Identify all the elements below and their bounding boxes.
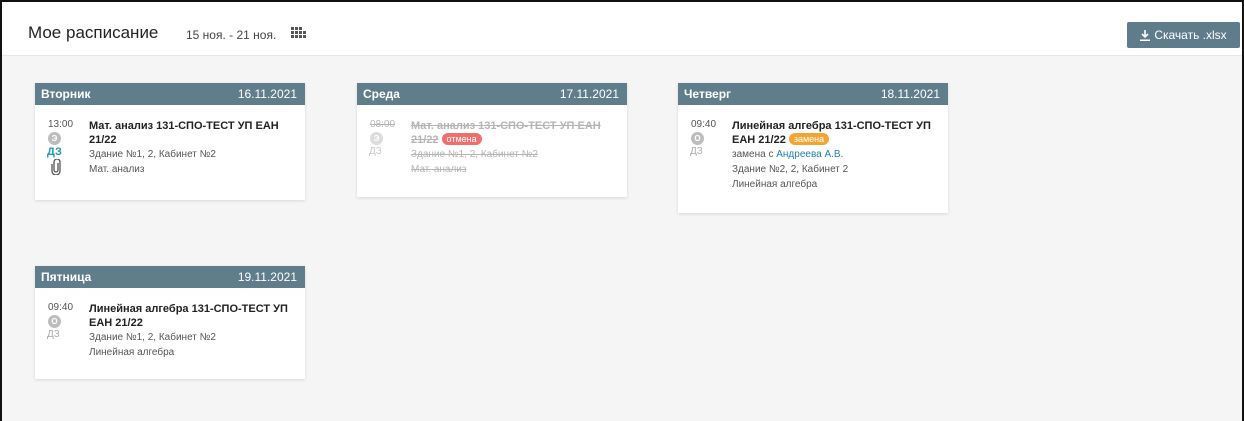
cancel-badge: отмена xyxy=(441,133,482,145)
lesson-discipline: Линейная алгебра xyxy=(732,179,818,190)
day-name: Вторник xyxy=(41,87,91,101)
day-header: Вторник 16.11.2021 xyxy=(35,83,305,105)
lesson-subject[interactable]: Мат. анализ 131-СПО-ТЕСТ УП ЕАН 21/22 отм… xyxy=(411,119,611,147)
lesson-discipline: Мат. анализ xyxy=(89,164,145,175)
lesson-type-marker: Э xyxy=(48,132,61,145)
day-card-friday: Пятница 19.11.2021 09:40 О ДЗ Линейная а… xyxy=(35,266,305,379)
lesson-room: Здание №1, 2, Кабинет №2 xyxy=(411,149,538,160)
download-xlsx-button[interactable]: Скачать .xlsx xyxy=(1127,22,1240,48)
lesson-type-marker: О xyxy=(48,315,61,328)
lesson-time: 08:00 xyxy=(370,119,396,130)
day-date: 19.11.2021 xyxy=(237,270,297,284)
homework-link[interactable]: ДЗ xyxy=(47,146,62,158)
replacement-info: замена с Андреева А.В. xyxy=(732,149,844,160)
top-bar: Мое расписание 15 ноя. - 21 ноя. Скачать… xyxy=(2,2,1242,56)
lesson-discipline: Линейная алгебра xyxy=(89,347,175,358)
day-date: 17.11.2021 xyxy=(559,87,619,101)
day-date: 18.11.2021 xyxy=(880,87,940,101)
day-header: Среда 17.11.2021 xyxy=(357,83,627,105)
schedule-page: Мое расписание 15 ноя. - 21 ноя. Скачать… xyxy=(0,0,1244,421)
day-card-wednesday: Среда 17.11.2021 08:00 Э ДЗ Мат. анализ … xyxy=(357,83,627,197)
replacement-badge: замена xyxy=(788,133,830,145)
day-card-tuesday: Вторник 16.11.2021 13:00 Э ДЗ Мат. анали… xyxy=(35,83,305,200)
lesson-room: Здание №1, 2, Кабинет №2 xyxy=(89,332,216,343)
lesson-room: Здание №2, 2, Кабинет 2 xyxy=(732,164,849,175)
lesson-subject[interactable]: Линейная алгебра 131-СПО-ТЕСТ УП ЕАН 21/… xyxy=(89,302,289,330)
lesson-subject[interactable]: Линейная алгебра 131-СПО-ТЕСТ УП ЕАН 21/… xyxy=(732,119,932,147)
download-icon xyxy=(1140,29,1151,41)
day-name: Среда xyxy=(363,87,400,101)
homework-label: ДЗ xyxy=(47,329,60,340)
page-title: Мое расписание xyxy=(28,23,159,42)
day-header: Четверг 18.11.2021 xyxy=(678,83,948,105)
week-range[interactable]: 15 ноя. - 21 ноя. xyxy=(186,28,276,42)
download-label: Скачать .xlsx xyxy=(1154,28,1227,42)
day-header: Пятница 19.11.2021 xyxy=(35,266,305,288)
lesson-time: 13:00 xyxy=(48,119,74,130)
replacement-teacher-link[interactable]: Андреева А.В. xyxy=(776,149,843,160)
homework-label: ДЗ xyxy=(369,146,382,157)
lesson-subject[interactable]: Мат. анализ 131-СПО-ТЕСТ УП ЕАН 21/22 xyxy=(89,119,289,147)
lesson-time: 09:40 xyxy=(48,302,74,313)
paperclip-icon[interactable] xyxy=(51,158,61,176)
lesson-discipline: Мат. анализ xyxy=(411,164,467,175)
lesson-type-marker: Э xyxy=(370,132,383,145)
homework-label: ДЗ xyxy=(690,146,703,157)
day-date: 16.11.2021 xyxy=(237,87,297,101)
day-name: Пятница xyxy=(41,270,92,284)
day-card-thursday: Четверг 18.11.2021 09:40 О ДЗ Линейная а… xyxy=(678,83,948,213)
grid-icon[interactable] xyxy=(291,27,306,39)
lesson-time: 09:40 xyxy=(691,119,717,130)
lesson-type-marker: О xyxy=(691,132,704,145)
lesson-room: Здание №1, 2, Кабинет №2 xyxy=(89,149,216,160)
day-name: Четверг xyxy=(684,87,732,101)
